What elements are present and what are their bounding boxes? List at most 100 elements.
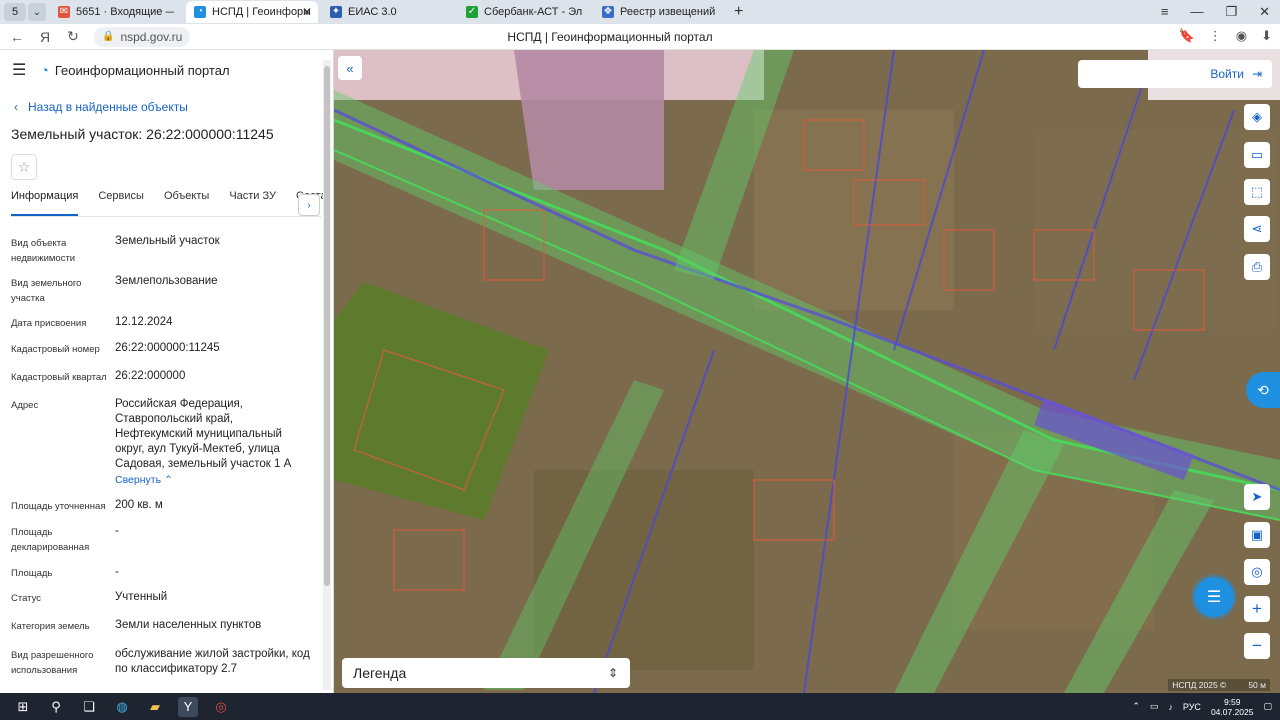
edge-browser-icon[interactable]: ◍ xyxy=(112,697,132,717)
attr-label: Дата присвоения xyxy=(11,318,87,329)
url-text: nspd.gov.ru xyxy=(120,29,183,44)
ruler-icon[interactable]: ▭ xyxy=(1244,142,1270,168)
minimap-icon[interactable]: ▣ xyxy=(1244,522,1270,548)
panel-tabs: Информация Сервисы Объекты Части ЗУ Сост… xyxy=(11,190,323,216)
login-button[interactable]: Войти ⇥ xyxy=(1078,60,1272,88)
map-imagery xyxy=(334,50,1280,693)
attr-label: Площадь xyxy=(11,568,53,579)
app-icon[interactable]: ◎ xyxy=(211,697,231,717)
browser-tab-label: 5651 · Входящие — Яндекс xyxy=(76,6,174,18)
attr-value: Земли населенных пунктов xyxy=(115,619,262,631)
attr-value: - xyxy=(115,566,119,578)
zoom-in-icon[interactable]: + xyxy=(1244,596,1270,622)
reload-icon[interactable]: ↻ xyxy=(62,28,84,45)
close-tab-icon[interactable]: ✕ xyxy=(302,5,312,19)
tab-services[interactable]: Сервисы xyxy=(98,190,144,216)
scrollbar-thumb[interactable] xyxy=(324,66,330,586)
more-icon[interactable]: ⋮ xyxy=(1209,28,1222,44)
map-view[interactable]: « Войти ⇥ ◈ ▭ ⬚ ⋖ ⎙ ⟲ ➤ ▣ ◎ + − ☰ Легенд… xyxy=(334,50,1280,693)
collapse-address-link[interactable]: Свернуть ⌃ xyxy=(115,474,173,486)
chat-icon[interactable]: ☰ xyxy=(1194,577,1234,617)
close-window-icon[interactable]: ✕ xyxy=(1259,4,1270,20)
collapse-panel-button[interactable]: « xyxy=(338,56,362,80)
attr-value: 26:22:000000:11245 xyxy=(115,342,220,354)
assistant-icon[interactable]: ⟲ xyxy=(1246,372,1280,408)
chevron-left-icon: ‹ xyxy=(14,100,18,114)
tabs-next-chevron-icon[interactable]: › xyxy=(298,194,320,216)
browser-tab-sberbank-ast[interactable]: ✓ Сбербанк-АСТ - Электро xyxy=(458,1,590,23)
address-bar: ← Я ↻ 🔒 nspd.gov.ru НСПД | Геоинформацио… xyxy=(0,24,1280,50)
browser-menu-icon[interactable]: ≡ xyxy=(1161,4,1169,20)
scale-text: 50 м xyxy=(1248,680,1266,690)
geo-icon[interactable]: ◎ xyxy=(1244,559,1270,585)
new-tab-icon[interactable]: + xyxy=(734,3,743,21)
attr-value: Учтенный xyxy=(115,591,168,603)
locate-icon[interactable]: ➤ xyxy=(1244,484,1270,510)
panel-scrollbar[interactable] xyxy=(323,60,331,690)
attr-label: Площадь декларированная xyxy=(11,527,90,553)
zoom-out-icon[interactable]: − xyxy=(1244,633,1270,659)
attr-label: Вид разрешенного использования xyxy=(11,650,94,676)
select-area-icon[interactable]: ⬚ xyxy=(1244,179,1270,205)
menu-icon[interactable]: ☰ xyxy=(12,60,26,80)
tabs-dropdown-icon[interactable]: ⌄ xyxy=(28,3,46,21)
panel-header: ☰ ◔ Геоинформационный портал xyxy=(0,50,333,90)
system-clock[interactable]: 9:59 04.07.2025 xyxy=(1211,697,1254,717)
layers-icon[interactable]: ◈ xyxy=(1244,104,1270,130)
favorite-star-icon[interactable]: ☆ xyxy=(11,154,37,180)
clock-time: 9:59 xyxy=(1223,696,1241,707)
tab-objects[interactable]: Объекты xyxy=(164,190,209,216)
file-explorer-icon[interactable]: ▰ xyxy=(145,697,165,717)
attr-label: Категория земель xyxy=(11,621,90,632)
notifications-icon[interactable]: ▢ xyxy=(1263,701,1272,712)
back-arrow-icon[interactable]: ← xyxy=(6,29,28,45)
share-icon[interactable]: ⋖ xyxy=(1244,216,1270,242)
back-to-results-link[interactable]: ‹ Назад в найденные объекты xyxy=(14,100,188,114)
map-copyright: НСПД 2025 © 50 м xyxy=(1168,679,1270,691)
legend-label: Легенда xyxy=(353,665,407,681)
chevron-up-icon: ⌃ xyxy=(163,474,173,486)
browser-tab-label: Сбербанк-АСТ - Электро xyxy=(484,6,582,18)
browser-tab-label: ЕИАС 3.0 xyxy=(348,6,397,18)
extension-icon[interactable]: ◉ xyxy=(1236,28,1247,44)
network-icon[interactable]: ▭ xyxy=(1150,701,1159,712)
attr-value: 26:22:000000 xyxy=(115,370,186,382)
windows-start-icon[interactable]: ⊞ xyxy=(13,697,33,717)
browser-tab-mail[interactable]: ✉ 5651 · Входящие — Яндекс xyxy=(50,1,182,23)
attr-value: 200 кв. м xyxy=(115,499,163,511)
yandex-icon[interactable]: Я xyxy=(34,29,56,45)
object-info-panel: ☰ ◔ Геоинформационный портал ‹ Назад в на… xyxy=(0,50,334,693)
search-icon[interactable]: ⚲ xyxy=(46,697,66,717)
bookmark-icon[interactable]: 🔖 xyxy=(1179,28,1195,44)
browser-tab-nspd[interactable]: ◔ НСПД | Геоинформац ✕ xyxy=(186,1,318,23)
print-icon[interactable]: ⎙ xyxy=(1244,254,1270,280)
portal-name: Геоинформационный портал xyxy=(54,62,230,78)
minimize-icon[interactable]: — xyxy=(1190,4,1203,20)
tabs-divider xyxy=(11,216,321,217)
browser-tab-eias[interactable]: ✦ ЕИАС 3.0 xyxy=(322,1,454,23)
volume-icon[interactable]: ♪ xyxy=(1168,702,1173,712)
tab-parts[interactable]: Части ЗУ xyxy=(229,190,276,216)
browser-tab-registry[interactable]: ❖ Реестр извещений xyxy=(594,1,726,23)
url-field[interactable]: 🔒 nspd.gov.ru xyxy=(94,26,191,47)
downloads-icon[interactable]: ⬇ xyxy=(1261,28,1272,44)
attr-label: Адрес xyxy=(11,400,39,411)
legend-dropdown[interactable]: Легенда ⇕ xyxy=(342,658,630,688)
attr-label: Кадастровый квартал xyxy=(11,372,107,383)
tray-chevron-icon[interactable]: ⌃ xyxy=(1132,701,1140,712)
clock-date: 04.07.2025 xyxy=(1210,706,1254,717)
attr-value: 12.12.2024 xyxy=(115,316,173,328)
tab-information[interactable]: Информация xyxy=(11,190,79,216)
os-taskbar: ⊞ ⚲ ❏ ◍ ▰ Y ◎ ⌃ ▭ ♪ РУС 9:59 04.07.2025 … xyxy=(0,693,1280,720)
tab-counter[interactable]: 5 xyxy=(4,3,26,21)
restore-icon[interactable]: ❐ xyxy=(1225,4,1237,20)
attr-label: Статус xyxy=(11,593,42,604)
page-title: НСПД | Геоинформационный портал xyxy=(507,29,713,44)
attr-label: Вид земельного участка xyxy=(11,278,82,304)
attr-value: Земельный участок xyxy=(115,235,220,247)
task-view-icon[interactable]: ❏ xyxy=(79,697,99,717)
lock-icon: 🔒 xyxy=(102,31,115,42)
lang-indicator[interactable]: РУС xyxy=(1183,702,1201,712)
yandex-browser-icon[interactable]: Y xyxy=(178,696,198,717)
attr-value: - xyxy=(115,525,119,537)
